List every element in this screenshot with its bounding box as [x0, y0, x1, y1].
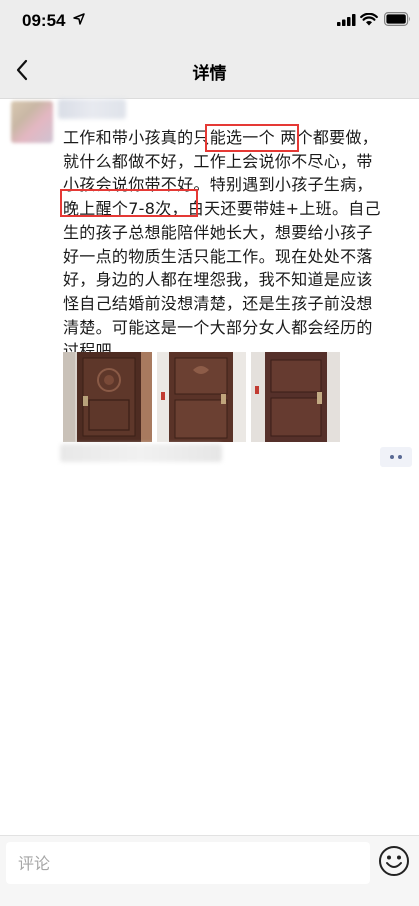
status-bar: 09:54 — [0, 0, 419, 44]
photo-grid — [63, 352, 343, 442]
battery-icon — [384, 12, 410, 26]
top-header: 09:54 详情 — [0, 0, 419, 99]
navigation-bar: 详情 — [0, 44, 419, 98]
post-text: 工作和带小孩真的只能选一个 两个都要做， 就什么都做不好，工作上会说你不尽心，带… — [63, 128, 381, 361]
door-photo-icon[interactable] — [63, 352, 152, 442]
author-name[interactable] — [58, 99, 126, 119]
post-time-placeholder — [60, 444, 222, 462]
emoji-smile-icon[interactable] — [378, 845, 410, 877]
door-photo-icon[interactable] — [157, 352, 246, 442]
door-photo-icon[interactable] — [251, 352, 340, 442]
author-avatar[interactable] — [11, 101, 53, 143]
location-arrow-icon — [73, 13, 85, 25]
status-time: 09:54 — [22, 11, 66, 30]
page-title: 详情 — [192, 64, 227, 84]
more-actions-button[interactable] — [380, 447, 412, 467]
wifi-icon — [360, 13, 378, 26]
cellular-signal-icon — [337, 14, 356, 26]
comment-input[interactable] — [6, 842, 370, 884]
comment-bar — [0, 835, 419, 906]
